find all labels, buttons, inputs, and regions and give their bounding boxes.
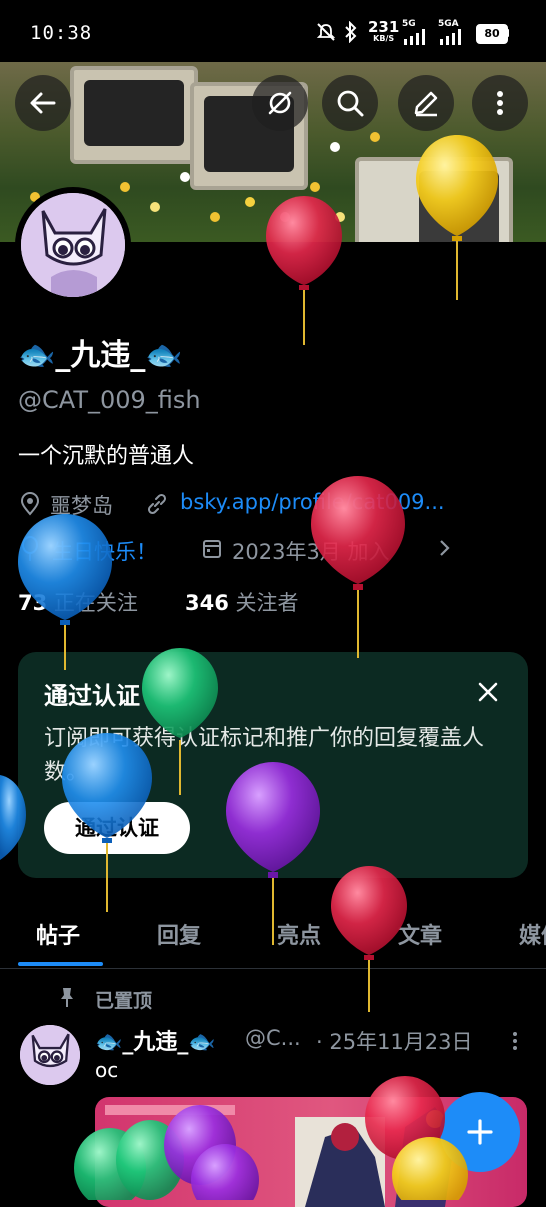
tab-highlights[interactable]: 亮点 bbox=[277, 918, 321, 950]
avatar[interactable] bbox=[21, 193, 125, 297]
back-button[interactable] bbox=[15, 75, 71, 131]
tab-replies[interactable]: 回复 bbox=[157, 918, 201, 950]
verify-card-title: 通过认证 bbox=[44, 682, 140, 710]
link-icon bbox=[147, 493, 167, 515]
profile-birthday[interactable]: 生日快乐！ bbox=[52, 536, 157, 566]
post-time: · 25年11月23日 bbox=[316, 1030, 473, 1054]
verify-card-body: 订阅即可获得认证标记和推广你的回复覆盖人数。 bbox=[44, 726, 485, 785]
pin-icon bbox=[61, 988, 73, 1007]
tab-divider bbox=[0, 968, 546, 969]
chevron-right-icon[interactable] bbox=[438, 538, 452, 558]
network-speed: 231 KB/S bbox=[368, 18, 400, 44]
signal-bars-icon bbox=[404, 29, 425, 45]
signal-bars-icon bbox=[440, 29, 461, 45]
status-time: 10:38 bbox=[30, 22, 93, 44]
post-text: oc bbox=[95, 1058, 119, 1082]
profile-name: 🐟_九违_🐟 bbox=[18, 338, 183, 373]
tab-media[interactable]: 媒体 bbox=[519, 918, 546, 950]
bluetooth-icon bbox=[345, 21, 357, 43]
share-off-icon bbox=[268, 91, 292, 115]
mute-icon bbox=[316, 23, 336, 41]
followers-count[interactable]: 346 关注者 bbox=[185, 587, 299, 617]
verify-button[interactable]: 通过认证 bbox=[44, 802, 190, 854]
signal-1: 5G bbox=[402, 20, 430, 49]
cat-avatar-image bbox=[20, 1025, 80, 1085]
search-icon bbox=[337, 90, 364, 117]
banner-tv bbox=[355, 157, 513, 242]
profile-joined: 2023年3月 加入 bbox=[232, 540, 390, 564]
balloon-small-icon bbox=[22, 536, 38, 561]
battery-indicator: 80 bbox=[476, 24, 508, 44]
tab-posts[interactable]: 帖子 bbox=[36, 918, 80, 950]
post-more-icon[interactable] bbox=[510, 1030, 520, 1052]
compose-button[interactable] bbox=[440, 1092, 520, 1172]
status-bar: 10:38 231 KB/S 5G 5GA 80 bbox=[0, 0, 546, 62]
plus-icon bbox=[467, 1119, 493, 1145]
more-button[interactable] bbox=[472, 75, 528, 131]
profile-handle: @CAT_009_fish bbox=[18, 386, 201, 414]
tab-indicator bbox=[18, 962, 103, 966]
edit-icon bbox=[414, 91, 438, 117]
post-author-handle: @C... bbox=[245, 1026, 301, 1050]
edit-button[interactable] bbox=[398, 75, 454, 131]
share-button[interactable] bbox=[252, 75, 308, 131]
close-icon[interactable] bbox=[476, 680, 500, 704]
following-count[interactable]: 73 正在关注 bbox=[18, 587, 138, 617]
profile-link[interactable]: bsky.app/profile/cat009... bbox=[180, 490, 445, 514]
more-vertical-icon bbox=[497, 91, 503, 115]
post-author-name[interactable]: 🐟_九违_🐟 bbox=[95, 1024, 216, 1056]
location-pin-icon bbox=[20, 492, 40, 516]
banner-tv bbox=[70, 66, 198, 164]
balloon-red bbox=[331, 866, 407, 1012]
profile-bio: 一个沉默的普通人 bbox=[18, 444, 195, 469]
battery-tip bbox=[506, 29, 509, 37]
cat-avatar-image bbox=[21, 193, 125, 297]
search-button[interactable] bbox=[322, 75, 378, 131]
calendar-icon bbox=[203, 540, 221, 558]
signal-2: 5GA bbox=[438, 20, 468, 49]
pinned-label: 已置顶 bbox=[95, 990, 153, 1012]
back-arrow-icon bbox=[30, 92, 56, 114]
post-avatar[interactable] bbox=[20, 1025, 80, 1085]
tab-articles[interactable]: 文章 bbox=[398, 918, 442, 950]
profile-location: 噩梦岛 bbox=[50, 494, 113, 518]
